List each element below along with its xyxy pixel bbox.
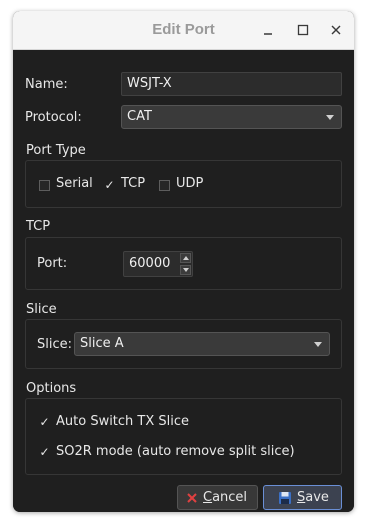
maximize-icon [297,24,309,36]
slice-selected-value: Slice A [80,336,124,351]
slice-heading: Slice [26,302,57,317]
protocol-label: Protocol: [25,110,82,125]
slice-dropdown[interactable]: Slice A [74,332,330,356]
arrow-up-icon [183,256,189,260]
save-floppy-icon [279,492,291,504]
protocol-dropdown[interactable]: CAT [121,105,342,129]
title-bar: Edit Port [13,11,354,50]
options-heading: Options [26,381,77,396]
chevron-down-icon [314,342,322,347]
edit-port-dialog: Edit Port Name: WSJT-X Protocol: CAT Por… [13,11,354,512]
tcp-heading: TCP [26,219,51,234]
save-label: Save [297,490,329,505]
tcp-label: TCP [121,176,146,191]
protocol-selected-value: CAT [127,109,152,124]
cancel-label: Cancel [203,490,248,505]
name-input[interactable]: WSJT-X [121,72,342,96]
slice-group: Slice: Slice A [25,319,342,369]
auto-switch-tx-checkbox[interactable]: ✓ [39,416,50,428]
chevron-down-icon [326,115,334,120]
cancel-button[interactable]: Cancel [177,485,258,510]
dialog-body: Name: WSJT-X Protocol: CAT Port Type Ser… [13,50,354,512]
maximize-button[interactable] [293,20,313,40]
save-button[interactable]: Save [263,485,342,510]
name-label: Name: [25,77,68,92]
minimize-button[interactable] [258,20,278,40]
options-group: ✓ Auto Switch TX Slice ✓ SO2R mode (auto… [25,398,342,475]
tcp-group: Port: 60000 [25,237,342,290]
udp-checkbox[interactable] [159,180,170,191]
close-icon [331,25,341,35]
port-type-heading: Port Type [26,143,86,158]
so2r-mode-label: SO2R mode (auto remove split slice) [56,444,295,459]
port-label: Port: [37,256,68,271]
so2r-mode-checkbox[interactable]: ✓ [39,446,50,458]
slice-label: Slice: [37,337,73,352]
port-type-group: Serial ✓ TCP UDP [25,160,342,208]
serial-label: Serial [56,176,93,191]
port-decrement-button[interactable] [180,265,191,275]
auto-switch-tx-label: Auto Switch TX Slice [56,414,190,429]
serial-checkbox[interactable] [39,180,50,191]
port-spinbox[interactable]: 60000 [123,251,193,277]
port-increment-button[interactable] [180,253,191,263]
arrow-down-icon [183,268,189,272]
port-value: 60000 [129,256,171,271]
tcp-checkbox[interactable]: ✓ [104,179,115,191]
udp-label: UDP [176,176,204,191]
minimize-icon [264,33,272,35]
cancel-x-icon [187,493,197,503]
close-button[interactable] [326,20,346,40]
